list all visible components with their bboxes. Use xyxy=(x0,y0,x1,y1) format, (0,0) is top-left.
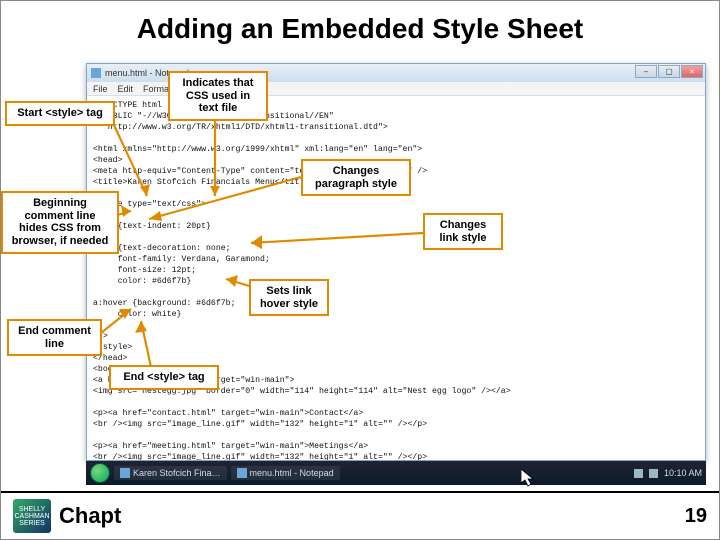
minimize-button[interactable]: – xyxy=(635,65,657,78)
code-area[interactable]: <!DOCTYPE html PUBLIC "-//W3C//DTD XHTML… xyxy=(87,96,705,460)
browser-icon xyxy=(120,468,130,478)
volume-icon xyxy=(649,469,658,478)
taskbar-item-label: Karen Stofcich Fina… xyxy=(133,468,221,478)
taskbar: Karen Stofcich Fina… menu.html - Notepad… xyxy=(86,461,706,485)
notepad-icon xyxy=(91,68,101,78)
clock: 10:10 AM xyxy=(664,468,702,478)
taskbar-item-notepad[interactable]: menu.html - Notepad xyxy=(231,466,340,480)
slide-title: Adding an Embedded Style Sheet xyxy=(1,1,719,51)
close-button[interactable]: × xyxy=(681,65,703,78)
tray-icon xyxy=(634,469,643,478)
notepad-window: menu.html - Notepad – ▢ × File Edit Form… xyxy=(86,63,706,461)
taskbar-item-browser[interactable]: Karen Stofcich Fina… xyxy=(114,466,227,480)
callout-start-style: Start <style> tag xyxy=(5,101,115,126)
callout-indicates: Indicates that CSS used in text file xyxy=(168,71,268,121)
chapter-label: Chapt xyxy=(59,503,121,529)
callout-link-style: Changes link style xyxy=(423,213,503,250)
taskbar-item-label: menu.html - Notepad xyxy=(250,468,334,478)
callout-end-comment: End comment line xyxy=(7,319,102,356)
callout-comment-begin: Beginning comment line hides CSS from br… xyxy=(1,191,119,254)
footer: SHELLY CASHMAN SERIES Chapt 19 xyxy=(1,491,719,539)
start-button[interactable] xyxy=(90,463,110,483)
callout-end-style: End <style> tag xyxy=(109,365,219,390)
menu-edit[interactable]: Edit xyxy=(118,84,134,94)
logo-text: SHELLY CASHMAN SERIES xyxy=(15,506,50,527)
series-logo: SHELLY CASHMAN SERIES xyxy=(13,499,51,533)
page-number: 19 xyxy=(685,505,707,528)
menu-file[interactable]: File xyxy=(93,84,108,94)
window-controls: – ▢ × xyxy=(635,65,703,78)
callout-hover: Sets link hover style xyxy=(249,279,329,316)
maximize-button[interactable]: ▢ xyxy=(658,65,680,78)
system-tray: 10:10 AM xyxy=(634,468,702,478)
callout-paragraph: Changes paragraph style xyxy=(301,159,411,196)
slide: Adding an Embedded Style Sheet menu.html… xyxy=(0,0,720,540)
notepad-taskbar-icon xyxy=(237,468,247,478)
